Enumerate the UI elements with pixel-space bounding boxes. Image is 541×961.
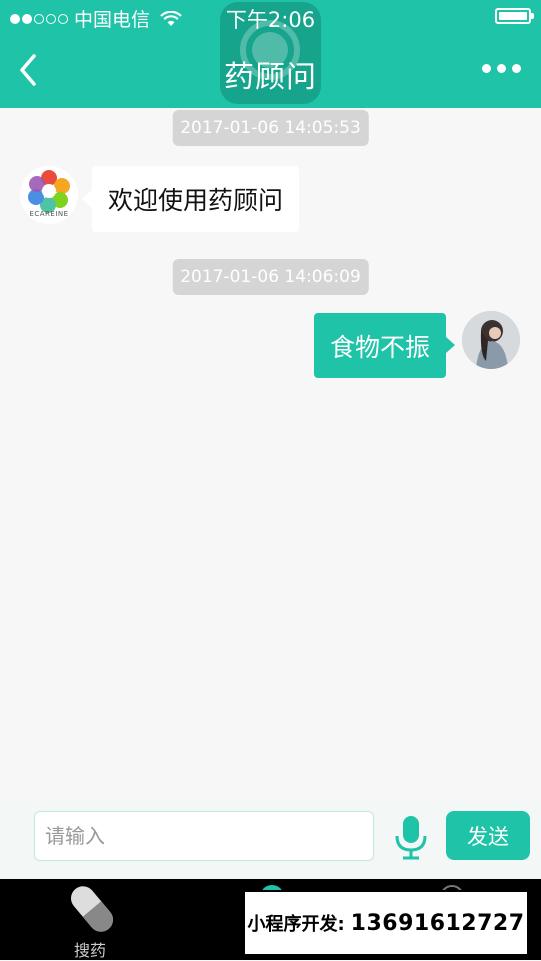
promo-banner: 小程序开发: 13691612727: [243, 890, 529, 956]
message-timestamp: 2017-01-06 14:06:09: [172, 259, 369, 295]
user-photo: [462, 311, 520, 369]
input-bar: 发送: [0, 800, 541, 879]
microphone-icon: [395, 816, 427, 860]
avatar-caption: ECAREINE: [29, 210, 69, 218]
status-time: 下午2:06: [225, 8, 316, 32]
tab-label: 搜药: [73, 941, 106, 960]
more-dots-icon: [482, 64, 491, 73]
user-message-bubble: 食物不振: [314, 313, 456, 378]
bot-avatar[interactable]: ECAREINE: [20, 166, 78, 224]
message-timestamp: 2017-01-06 14:05:53: [172, 110, 369, 146]
promo-phone: 13691612727: [350, 910, 525, 936]
user-avatar[interactable]: [462, 311, 520, 369]
pill-icon: [71, 886, 113, 932]
message-input[interactable]: [34, 811, 374, 861]
promo-label: 小程序开发:: [247, 914, 345, 935]
bot-message-bubble: 欢迎使用药顾问: [81, 166, 300, 232]
app-header: 中国电信 下午2:06 药顾问: [0, 0, 541, 108]
tab-search-drug[interactable]: 搜药: [0, 879, 180, 960]
more-button[interactable]: [482, 64, 521, 73]
voice-button[interactable]: [392, 814, 430, 860]
message-text: 欢迎使用药顾问: [108, 186, 284, 215]
page-title: 药顾问: [224, 60, 317, 95]
send-button[interactable]: 发送: [446, 811, 530, 860]
message-text: 食物不振: [330, 332, 431, 362]
